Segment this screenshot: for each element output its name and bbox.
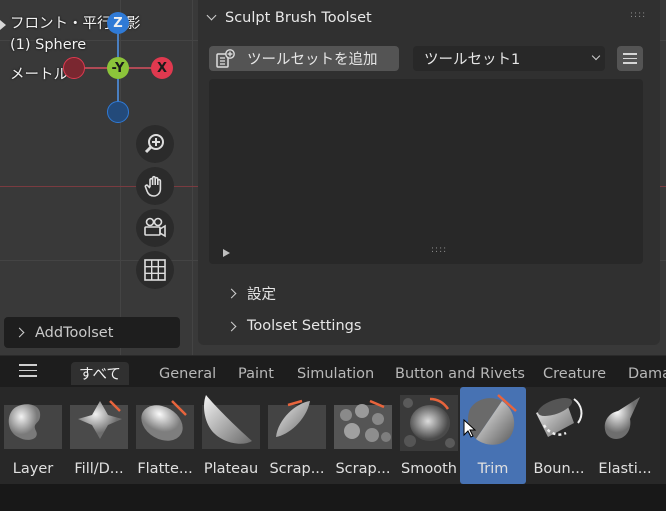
- units-label: メートル: [10, 67, 68, 83]
- brush-fill[interactable]: Fill/D...: [66, 387, 132, 484]
- scrape-multiplane-brush-icon: [334, 399, 392, 449]
- brush-label: Fill/D...: [74, 461, 124, 477]
- grid-line: [192, 0, 193, 355]
- brush-scrape[interactable]: Scrap...: [264, 387, 330, 484]
- brush-label: Boun...: [533, 461, 585, 477]
- settings-section-header[interactable]: 設定: [226, 282, 276, 304]
- smooth-brush-icon: [400, 395, 458, 451]
- add-toolset-button[interactable]: ツールセットを追加: [209, 46, 399, 71]
- blender-window: フロント・平行投影 (1) Sphere メートル Z -Y X AddTool…: [0, 0, 666, 511]
- gizmo-neg-x-axis[interactable]: [63, 57, 85, 79]
- hand-pan-icon[interactable]: [136, 167, 174, 205]
- tab-all[interactable]: すべて: [71, 362, 129, 385]
- drag-handle-icon[interactable]: ::::: [630, 10, 646, 20]
- resize-handle-icon[interactable]: ::::: [431, 245, 447, 255]
- layer-brush-icon: [4, 404, 62, 449]
- toolset-settings-section-header[interactable]: Toolset Settings: [226, 315, 362, 337]
- brush-flatten[interactable]: Flatte...: [132, 387, 198, 484]
- status-bar: [0, 484, 666, 511]
- add-toolset-operator-panel[interactable]: AddToolset: [4, 317, 180, 348]
- asset-shelf: Layer Fill/D... Flatte... Plateau Scrap.…: [0, 387, 666, 484]
- chevron-down-icon: [591, 51, 601, 61]
- grid-line: [120, 0, 121, 355]
- toolset-select-value: ツールセット1: [424, 52, 521, 68]
- add-toolset-button-label: ツールセットを追加: [247, 52, 378, 68]
- gizmo-x-axis[interactable]: X: [151, 57, 173, 79]
- chevron-right-icon: [226, 321, 237, 331]
- panel-title: Sculpt Brush Toolset: [225, 10, 372, 26]
- brush-label: Scrap...: [335, 461, 391, 477]
- mouse-cursor-icon: [463, 419, 477, 438]
- brush-label: Trim: [477, 461, 509, 477]
- gizmo-neg-z-axis[interactable]: [107, 101, 129, 123]
- toolset-menu-button[interactable]: [617, 46, 643, 71]
- brush-boundary[interactable]: Boun...: [526, 387, 592, 484]
- zoom-icon[interactable]: [136, 125, 174, 163]
- shelf-menu-icon[interactable]: [19, 364, 37, 377]
- gizmo-z-axis[interactable]: Z: [107, 12, 129, 34]
- brush-scrape-multiplane[interactable]: Scrap...: [330, 387, 396, 484]
- panel-header[interactable]: Sculpt Brush Toolset: [206, 8, 372, 28]
- chevron-right-icon: [14, 327, 25, 338]
- brush-label: Plateau: [203, 461, 259, 477]
- flatten-brush-icon: [136, 400, 194, 449]
- 3d-viewport[interactable]: フロント・平行投影 (1) Sphere メートル Z -Y X AddTool…: [0, 0, 666, 355]
- grid-icon[interactable]: [136, 251, 174, 289]
- brush-smooth[interactable]: Smooth: [396, 387, 462, 484]
- brush-label: Scrap...: [269, 461, 325, 477]
- gizmo-neg-y-axis[interactable]: -Y: [107, 57, 129, 79]
- brush-plateau[interactable]: Plateau: [198, 387, 264, 484]
- plateau-brush-icon: [202, 395, 260, 449]
- tab-general[interactable]: General: [159, 362, 216, 385]
- brush-layer[interactable]: Layer: [0, 387, 66, 484]
- settings-section-label: 設定: [247, 286, 276, 303]
- asset-shelf-tabs: すべて General Paint Simulation Button and …: [0, 355, 666, 387]
- fill-brush-icon: [70, 400, 128, 449]
- elastic-deform-brush-icon: [604, 397, 640, 439]
- brush-elastic-deform[interactable]: Elasti...: [592, 387, 658, 484]
- header-collapse-arrow[interactable]: [0, 20, 6, 30]
- brush-label: Flatte...: [137, 461, 193, 477]
- chevron-right-icon: [226, 288, 237, 298]
- object-name: (1) Sphere: [10, 37, 87, 53]
- brush-label: Elasti...: [598, 461, 652, 477]
- scrape-brush-icon: [268, 399, 326, 449]
- camera-icon[interactable]: [136, 209, 174, 247]
- tab-damage[interactable]: Dama: [628, 362, 666, 385]
- boundary-brush-icon: [536, 397, 583, 437]
- brush-label: Layer: [12, 461, 54, 477]
- toolset-list[interactable]: ::::: [209, 79, 643, 264]
- add-toolset-label: AddToolset: [35, 324, 114, 341]
- expand-play-icon[interactable]: [223, 249, 230, 257]
- toolset-select[interactable]: ツールセット1: [413, 46, 605, 71]
- tab-simulation[interactable]: Simulation: [297, 362, 374, 385]
- sculpt-brush-toolset-panel: Sculpt Brush Toolset :::: ツールセットを追加 ツールセ…: [198, 0, 660, 345]
- tab-creature[interactable]: Creature: [543, 362, 606, 385]
- add-collection-icon: [213, 46, 237, 71]
- brush-label: Smooth: [401, 461, 457, 477]
- chevron-down-icon: [206, 10, 217, 20]
- tab-button-and-rivets[interactable]: Button and Rivets: [395, 362, 525, 385]
- toolset-settings-section-label: Toolset Settings: [247, 318, 362, 334]
- tab-paint[interactable]: Paint: [238, 362, 274, 385]
